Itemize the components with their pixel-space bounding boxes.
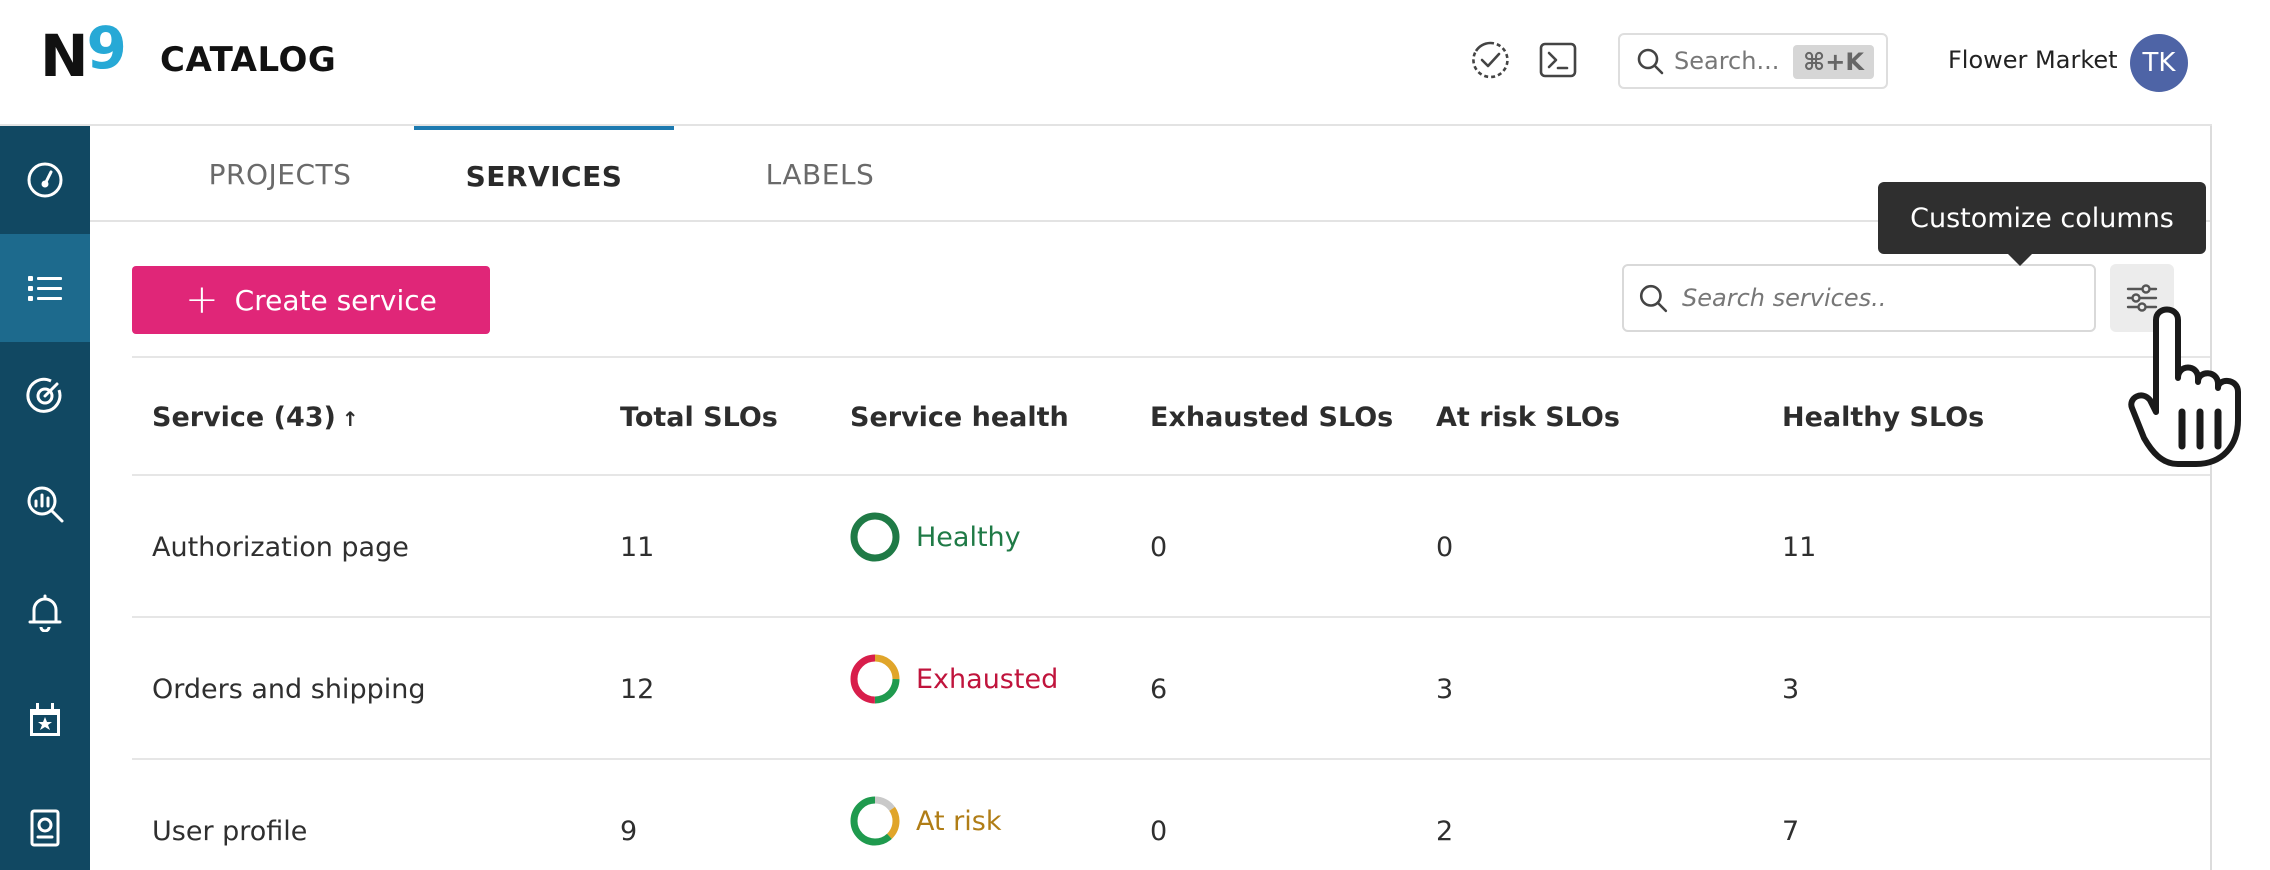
service-search-input[interactable]: [1682, 284, 2062, 312]
alerts-bell-icon: [28, 594, 62, 632]
search-icon: [1637, 48, 1664, 75]
health-donut-exhausted-icon: [850, 654, 900, 704]
health-status-label: At risk: [916, 805, 1002, 837]
cell-total-slos: 12: [620, 674, 655, 705]
table-row[interactable]: Orders and shipping 12 Exhausted 6 3 3: [132, 616, 2210, 758]
create-service-label: Create service: [234, 283, 437, 317]
table-header-row: Service (43) ↑ Total SLOs Service health …: [132, 356, 2210, 474]
health-status-label: Exhausted: [916, 663, 1059, 695]
global-search-input[interactable]: Search... ⌘+K: [1618, 33, 1888, 89]
hand-pointer-cursor-icon: [2128, 306, 2241, 467]
catalog-list-icon: [28, 276, 62, 301]
tab-projects[interactable]: PROJECTS: [180, 126, 380, 222]
service-search-field[interactable]: [1622, 264, 2096, 332]
terminal-icon[interactable]: [1536, 38, 1580, 82]
cell-total-slos: 11: [620, 532, 655, 563]
logo-digit: 9: [86, 14, 127, 82]
cell-exhausted-slos: 0: [1150, 532, 1168, 563]
organization-name[interactable]: Flower Market: [1948, 46, 2118, 74]
cell-at-risk-slos: 2: [1436, 816, 1454, 847]
cell-service-health: At risk: [848, 794, 1001, 848]
table-row[interactable]: User profile 9 At risk 0 2 7: [132, 758, 2210, 870]
cell-healthy-slos: 3: [1782, 674, 1800, 705]
header-service[interactable]: Service (43) ↑: [152, 402, 359, 433]
logo-letter: N: [40, 22, 89, 90]
health-donut-at-risk-icon: [850, 796, 900, 846]
table-row[interactable]: Authorization page 11 Healthy 0 0 11: [132, 474, 2210, 616]
tab-labels[interactable]: LABELS: [720, 126, 920, 222]
analysis-search-icon: [27, 486, 64, 523]
cell-exhausted-slos: 0: [1150, 816, 1168, 847]
cell-service-health: Exhausted: [848, 652, 1058, 706]
customize-columns-tooltip: Customize columns: [1878, 182, 2206, 266]
services-table: Service (43) ↑ Total SLOs Service health …: [132, 356, 2210, 870]
checklist-status-icon[interactable]: [1468, 38, 1512, 82]
cell-total-slos: 9: [620, 816, 638, 847]
sidebar-item-calendar[interactable]: [0, 666, 90, 774]
sidebar-nav: [0, 126, 90, 870]
health-status-label: Healthy: [916, 521, 1021, 553]
header-at-risk-slos[interactable]: At risk SLOs: [1436, 402, 1620, 433]
header-exhausted-slos[interactable]: Exhausted SLOs: [1150, 402, 1393, 433]
sort-ascending-icon: ↑: [341, 407, 359, 431]
nobl9-logo[interactable]: N 9: [40, 19, 127, 90]
header-healthy-slos[interactable]: Healthy SLOs: [1782, 402, 1984, 433]
dashboard-gauge-icon: [27, 162, 63, 198]
calendar-icon: [30, 703, 60, 736]
cell-service-name[interactable]: User profile: [152, 816, 307, 847]
cell-service-name[interactable]: Orders and shipping: [152, 674, 425, 705]
cell-at-risk-slos: 0: [1436, 532, 1454, 563]
cell-healthy-slos: 7: [1782, 816, 1800, 847]
cell-exhausted-slos: 6: [1150, 674, 1168, 705]
sidebar-item-dashboard[interactable]: [0, 126, 90, 234]
cell-service-name[interactable]: Authorization page: [152, 532, 409, 563]
cell-at-risk-slos: 3: [1436, 674, 1454, 705]
tab-services[interactable]: SERVICES: [414, 126, 674, 222]
keyboard-shortcut-badge: ⌘+K: [1793, 45, 1874, 79]
page-title: CATALOG: [160, 40, 337, 80]
user-avatar[interactable]: TK: [2130, 34, 2188, 92]
sidebar-item-slo[interactable]: [0, 342, 90, 450]
global-search-placeholder: Search...: [1674, 47, 1780, 75]
header-service-health[interactable]: Service health: [850, 402, 1069, 433]
header-total-slos[interactable]: Total SLOs: [620, 402, 778, 433]
cell-service-health: Healthy: [848, 510, 1021, 564]
sidebar-item-catalog[interactable]: [0, 234, 90, 342]
reports-icon: [30, 809, 60, 847]
sidebar-item-reports[interactable]: [0, 774, 90, 870]
health-donut-healthy-icon: [850, 512, 900, 562]
top-header: N 9 CATALOG Search... ⌘+K Flower Market …: [0, 0, 2212, 126]
slo-target-icon: [26, 377, 62, 413]
header-service-label: Service (43): [152, 402, 336, 433]
sidebar-item-analysis[interactable]: [0, 450, 90, 558]
cell-healthy-slos: 11: [1782, 532, 1817, 563]
create-service-button[interactable]: + Create service: [132, 266, 490, 334]
search-icon: [1639, 284, 1668, 313]
plus-icon: +: [185, 277, 219, 323]
sidebar-item-alerts[interactable]: [0, 558, 90, 666]
